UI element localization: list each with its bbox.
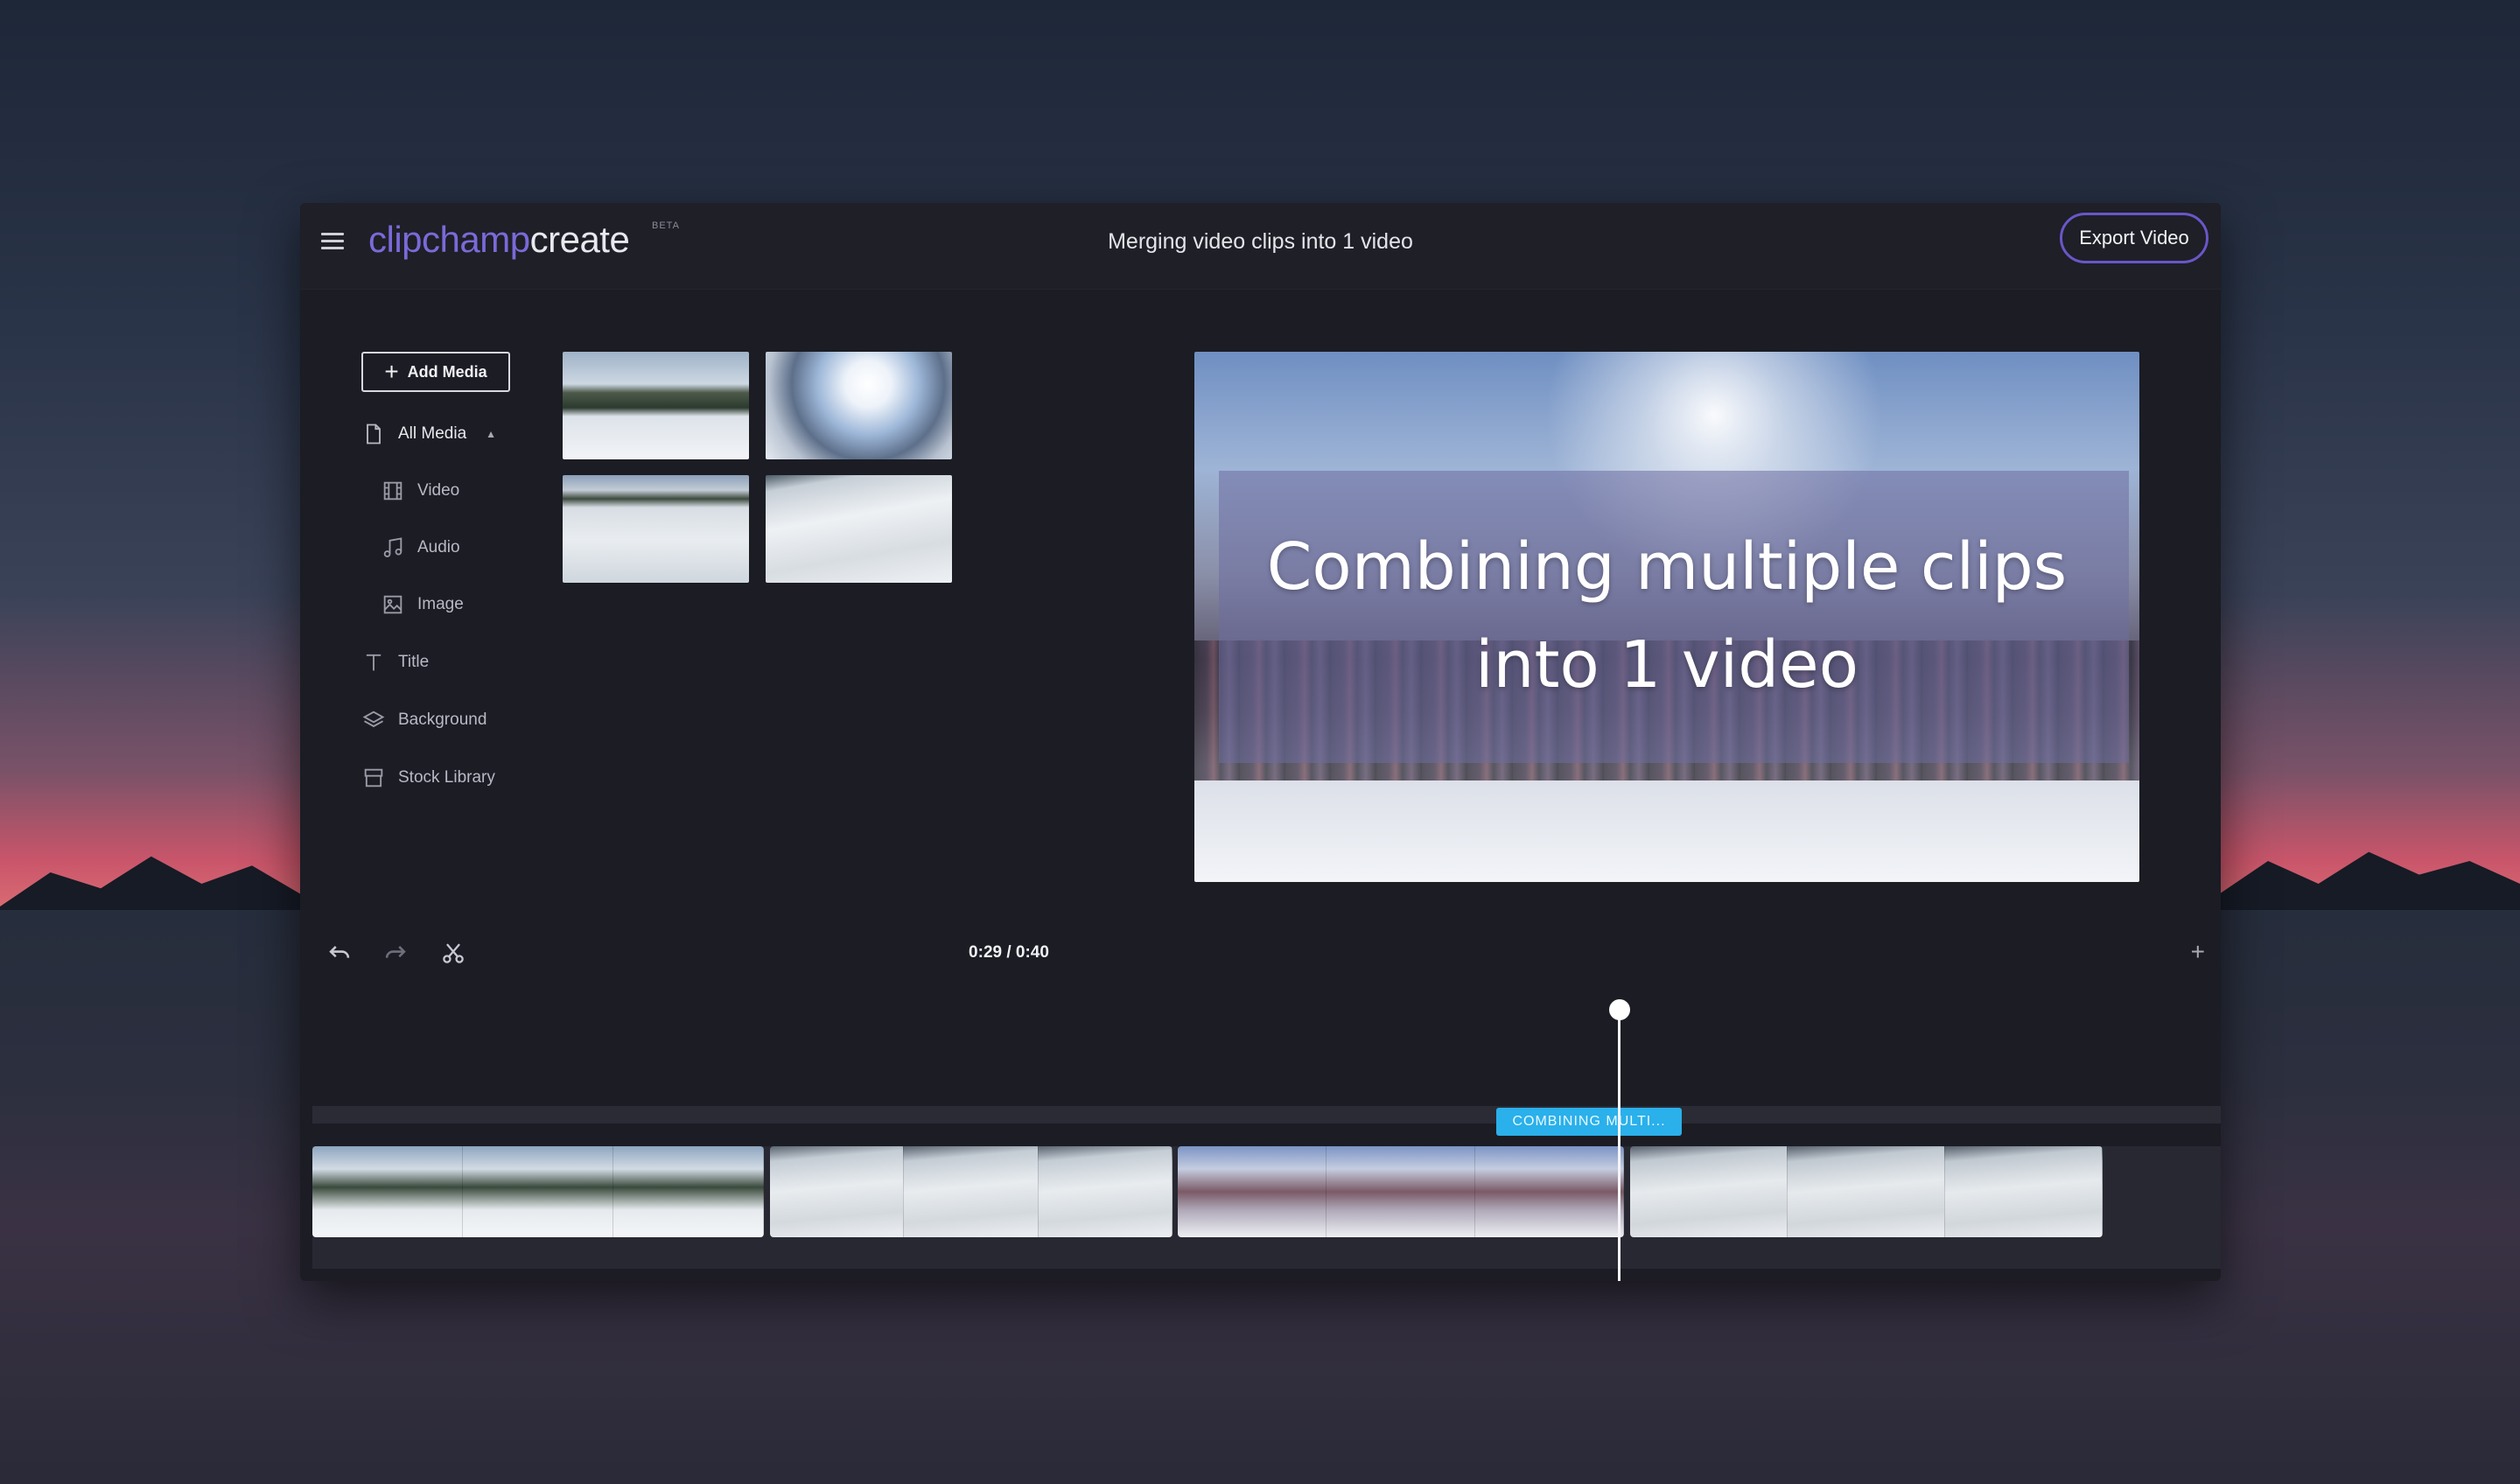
project-title[interactable]: Merging video clips into 1 video: [300, 229, 2221, 255]
title-track: [312, 1106, 2221, 1124]
sidebar-item-label: Background: [398, 710, 487, 729]
timeline-clip[interactable]: [1178, 1146, 1624, 1237]
film-icon: [383, 481, 402, 500]
sidebar-item-video[interactable]: Video: [381, 479, 459, 503]
sidebar-item-all-media[interactable]: All Media ▲: [361, 422, 496, 446]
media-thumbnail[interactable]: [766, 475, 952, 583]
playhead-handle[interactable]: [1609, 999, 1630, 1020]
title-clip[interactable]: COMBINING MULTI...: [1496, 1108, 1682, 1136]
music-note-icon: [383, 537, 402, 557]
export-video-button[interactable]: Export Video: [2060, 213, 2208, 263]
timeline-clip[interactable]: [770, 1146, 1172, 1237]
archive-box-icon: [364, 768, 383, 788]
sidebar-item-audio[interactable]: Audio: [381, 536, 460, 560]
editor-window: clipchampcreate BETA Merging video clips…: [300, 203, 2221, 1281]
timeline-clip[interactable]: [1630, 1146, 2103, 1237]
sidebar-item-label: Stock Library: [398, 768, 495, 787]
sidebar-item-label: Video: [417, 481, 460, 500]
video-preview[interactable]: Combining multiple clips into 1 video: [1194, 352, 2139, 882]
caption-line-2: into 1 video: [1474, 627, 1858, 703]
chevron-up-icon: ▲: [486, 428, 497, 440]
media-thumbnail[interactable]: [563, 352, 749, 459]
add-media-button[interactable]: + Add Media: [361, 352, 510, 392]
plus-icon: +: [384, 358, 399, 385]
sidebar-item-stock-library[interactable]: Stock Library: [361, 766, 495, 790]
preview-caption: Combining multiple clips into 1 video: [1194, 518, 2139, 714]
timeline-toolbar: 0:29 / 0:40 +: [300, 938, 2221, 976]
sidebar-item-image[interactable]: Image: [381, 592, 464, 617]
text-icon: [366, 654, 382, 671]
sidebar-item-background[interactable]: Background: [361, 708, 486, 732]
file-icon: [367, 424, 381, 444]
add-media-label: Add Media: [407, 362, 487, 381]
playhead-line: [1618, 1008, 1620, 1281]
sidebar-item-title[interactable]: Title: [361, 650, 429, 675]
caption-line-1: Combining multiple clips: [1266, 529, 2068, 605]
sidebar-item-label: All Media: [398, 424, 467, 443]
image-icon: [383, 595, 402, 614]
media-thumbnail[interactable]: [766, 352, 952, 459]
sidebar-item-label: Title: [398, 653, 430, 671]
sidebar-item-label: Audio: [417, 538, 460, 556]
top-bar: clipchampcreate BETA Merging video clips…: [300, 203, 2221, 290]
sidebar-item-label: Image: [417, 595, 464, 613]
layers-icon: [362, 710, 385, 728]
timeline-clip[interactable]: [312, 1146, 764, 1237]
media-thumbnail[interactable]: [563, 475, 749, 583]
zoom-in-button[interactable]: +: [2191, 938, 2205, 966]
media-sidebar: + Add Media All Media ▲ Video Audio Imag…: [361, 352, 571, 788]
time-display: 0:29 / 0:40: [969, 943, 1049, 962]
